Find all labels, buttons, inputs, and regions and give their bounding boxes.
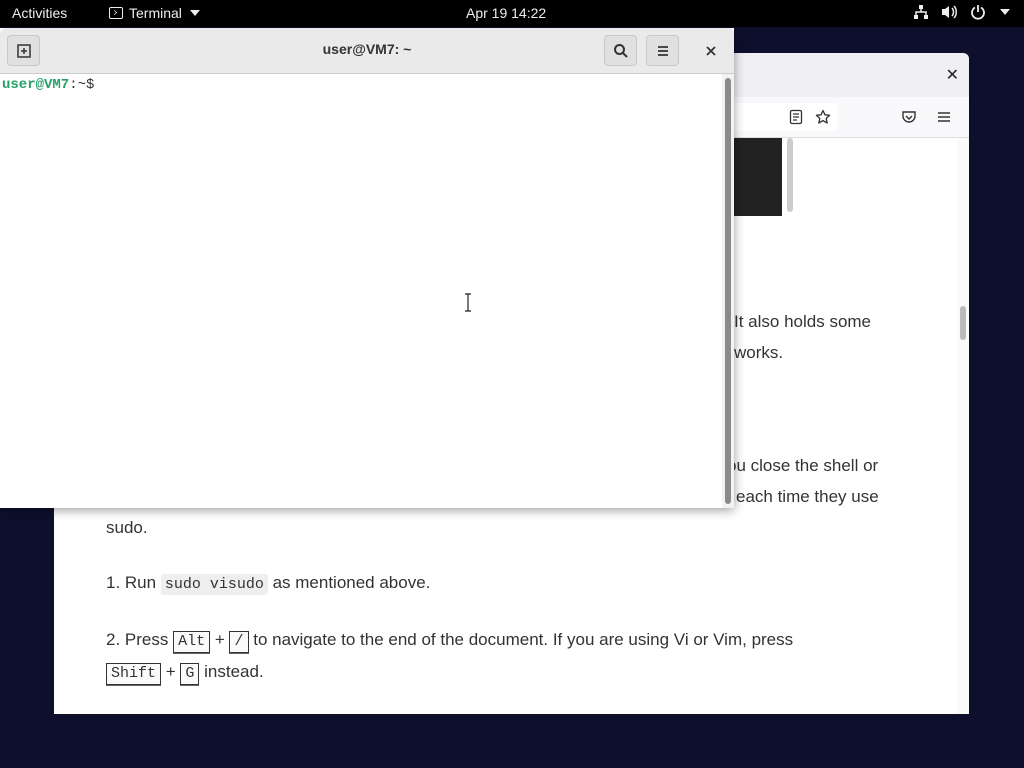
step-1: 1. Run sudo visudo as mentioned above. [106,567,430,600]
prompt-path: :~$ [69,77,95,93]
key-alt: Alt [173,631,211,653]
top-bar: Activities Terminal Apr 19 14:22 [0,0,1024,27]
key-g: G [180,663,200,685]
text-cursor-icon [465,293,471,312]
search-button[interactable] [604,35,637,66]
new-tab-button[interactable] [7,35,40,66]
hamburger-menu-icon [657,45,668,56]
step-text: 2. Press [106,630,174,649]
step-text: instead. [199,662,264,681]
step-2: 2. Press Alt + / to navigate to the end … [106,624,793,655]
inline-code: sudo visudo [160,574,268,595]
paragraph-fragment: sudo. [106,518,148,537]
power-icon [970,4,986,20]
paragraph-fragment: ou close the shell or [727,456,879,475]
menu-button[interactable] [646,35,679,66]
app-menu[interactable]: Terminal [109,5,200,21]
scrollbar-thumb[interactable] [960,306,966,340]
network-icon [913,4,929,20]
new-tab-icon [16,43,31,58]
activities-button[interactable]: Activities [12,5,67,21]
code-block-scrollbar[interactable] [787,138,793,212]
page-scrollbar[interactable] [957,138,969,714]
step-text: + [210,630,230,649]
paragraph-fragment: works. [734,343,784,362]
paragraph-fragment: It also holds some [734,312,872,331]
terminal-icon [109,7,123,19]
close-icon[interactable]: ✕ [946,65,959,85]
scrollbar-thumb[interactable] [725,78,731,504]
bookmark-star-icon[interactable] [815,109,831,125]
volume-icon [941,4,958,20]
close-button[interactable] [694,35,727,66]
shell-prompt: user@VM7:~$ [2,77,94,93]
chevron-down-icon [1000,9,1010,15]
terminal-header-bar[interactable]: user@VM7: ~ [0,28,734,74]
step-text: as mentioned above. [267,573,431,592]
terminal-output[interactable]: user@VM7:~$ [0,74,722,508]
step-text: + [161,662,181,681]
key-shift: Shift [106,663,162,685]
chevron-down-icon [189,10,200,16]
terminal-window: user@VM7: ~ user@VM7:~$ [0,28,734,508]
clock[interactable]: Apr 19 14:22 [466,5,546,21]
key-slash: / [229,631,249,653]
terminal-scrollbar[interactable] [722,74,734,508]
pocket-icon[interactable] [901,109,917,125]
search-icon [613,43,628,58]
app-name: Terminal [129,5,182,21]
reader-view-icon[interactable] [788,109,804,125]
paragraph-fragment: each time they use [736,487,879,506]
close-icon [705,45,716,56]
step-text: to navigate to the end of the document. … [248,630,794,649]
system-tray[interactable] [913,4,1010,20]
step-text: 1. Run [106,573,161,592]
hamburger-menu-icon[interactable] [936,109,952,125]
prompt-user-host: user@VM7 [2,77,70,93]
step-2-continued: Shift + G instead. [106,656,264,687]
